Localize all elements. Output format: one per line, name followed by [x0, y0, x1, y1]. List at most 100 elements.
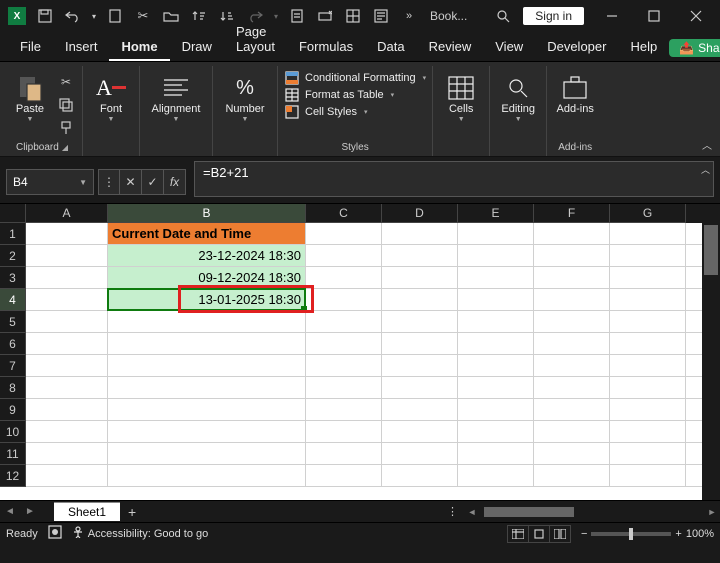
cell[interactable] — [610, 289, 686, 311]
cell[interactable] — [610, 399, 686, 421]
cell[interactable] — [26, 289, 108, 311]
row-header[interactable]: 3 — [0, 267, 26, 289]
tab-home[interactable]: Home — [109, 34, 169, 61]
cell[interactable] — [458, 377, 534, 399]
cell[interactable] — [382, 245, 458, 267]
cell[interactable] — [382, 289, 458, 311]
cell[interactable] — [458, 267, 534, 289]
row-header[interactable]: 11 — [0, 443, 26, 465]
cell[interactable] — [382, 465, 458, 487]
select-all-corner[interactable] — [0, 204, 26, 223]
col-header[interactable]: C — [306, 204, 382, 223]
open-icon[interactable] — [158, 4, 184, 28]
cell[interactable] — [26, 267, 108, 289]
cell[interactable] — [108, 399, 306, 421]
cell[interactable] — [382, 399, 458, 421]
tab-review[interactable]: Review — [417, 34, 484, 61]
cell[interactable] — [534, 399, 610, 421]
tab-help[interactable]: Help — [618, 34, 669, 61]
cell[interactable] — [306, 443, 382, 465]
cell[interactable]: 23-12-2024 18:30 — [108, 245, 306, 267]
hscroll-right-icon[interactable]: ► — [704, 507, 720, 517]
sign-in-button[interactable]: Sign in — [523, 7, 584, 25]
cells-area[interactable]: Current Date and Time23-12-2024 18:3009-… — [26, 223, 720, 500]
editing-button[interactable]: Editing ▼ — [496, 70, 540, 123]
row-header[interactable]: 12 — [0, 465, 26, 487]
expand-formula-bar-icon[interactable]: ︿ — [701, 163, 710, 176]
row-header[interactable]: 8 — [0, 377, 26, 399]
vertical-scrollbar[interactable] — [702, 223, 720, 500]
row-header[interactable]: 5 — [0, 311, 26, 333]
cell[interactable] — [306, 223, 382, 245]
col-header[interactable]: E — [458, 204, 534, 223]
cell[interactable] — [458, 465, 534, 487]
cell[interactable] — [306, 421, 382, 443]
cell[interactable] — [26, 245, 108, 267]
row-header[interactable]: 1 — [0, 223, 26, 245]
minimize-button[interactable] — [592, 2, 632, 30]
cell[interactable] — [382, 223, 458, 245]
font-button[interactable]: A Font ▼ — [89, 70, 133, 123]
cell[interactable]: Current Date and Time — [108, 223, 306, 245]
cell[interactable] — [306, 465, 382, 487]
cell[interactable] — [108, 377, 306, 399]
spreadsheet-grid[interactable]: ABCDEFG 123456789101112 Current Date and… — [0, 204, 720, 500]
cell[interactable] — [610, 465, 686, 487]
cell[interactable] — [26, 355, 108, 377]
name-box[interactable]: B4 ▼ — [6, 169, 94, 195]
new-file-icon[interactable] — [102, 4, 128, 28]
tab-formulas[interactable]: Formulas — [287, 34, 365, 61]
format-as-table-button[interactable]: Format as Table▾ — [284, 88, 426, 102]
macro-record-icon[interactable] — [48, 525, 62, 542]
page-icon[interactable] — [284, 4, 310, 28]
workbook-name[interactable]: Book... — [430, 9, 467, 23]
cell[interactable] — [306, 377, 382, 399]
cell[interactable] — [458, 333, 534, 355]
close-button[interactable] — [676, 2, 716, 30]
cell[interactable] — [306, 245, 382, 267]
format-painter-button[interactable] — [56, 119, 76, 137]
cell[interactable] — [458, 223, 534, 245]
cell[interactable] — [458, 245, 534, 267]
qat-overflow-icon[interactable]: » — [396, 4, 422, 28]
sort-asc-icon[interactable] — [186, 4, 212, 28]
col-header[interactable]: A — [26, 204, 108, 223]
zoom-level[interactable]: 100% — [686, 528, 714, 540]
cell[interactable] — [26, 333, 108, 355]
cell[interactable] — [108, 421, 306, 443]
tab-developer[interactable]: Developer — [535, 34, 618, 61]
col-header[interactable]: F — [534, 204, 610, 223]
cell[interactable] — [610, 377, 686, 399]
cut-button[interactable]: ✂ — [56, 73, 76, 91]
paste-button[interactable]: Paste ▼ — [8, 70, 52, 123]
addins-button[interactable]: Add-ins — [553, 70, 597, 116]
cell[interactable] — [382, 355, 458, 377]
tab-data[interactable]: Data — [365, 34, 416, 61]
alignment-button[interactable]: Alignment ▼ — [146, 70, 206, 123]
cell[interactable] — [610, 245, 686, 267]
cell[interactable] — [458, 289, 534, 311]
cell[interactable] — [458, 421, 534, 443]
copy-button[interactable] — [56, 96, 76, 114]
row-delete-icon[interactable] — [312, 4, 338, 28]
cell[interactable]: 13-01-2025 18:30 — [108, 289, 306, 311]
cell[interactable] — [108, 355, 306, 377]
cell[interactable] — [458, 355, 534, 377]
cell[interactable] — [108, 465, 306, 487]
cell[interactable] — [26, 399, 108, 421]
cell[interactable] — [306, 333, 382, 355]
view-normal-button[interactable] — [507, 525, 529, 543]
sheet-nav-prev-icon[interactable]: ◄ — [0, 502, 20, 522]
cell[interactable] — [26, 223, 108, 245]
cell[interactable] — [26, 377, 108, 399]
conditional-formatting-button[interactable]: Conditional Formatting▾ — [284, 71, 426, 85]
tab-view[interactable]: View — [483, 34, 535, 61]
horizontal-scrollbar[interactable] — [480, 506, 700, 518]
cell[interactable] — [306, 289, 382, 311]
cell[interactable] — [382, 443, 458, 465]
cancel-formula-button[interactable]: ✕ — [120, 169, 142, 195]
scrollbar-thumb[interactable] — [704, 225, 718, 275]
cell[interactable] — [534, 223, 610, 245]
cell[interactable] — [610, 311, 686, 333]
zoom-slider-knob[interactable] — [629, 528, 633, 540]
